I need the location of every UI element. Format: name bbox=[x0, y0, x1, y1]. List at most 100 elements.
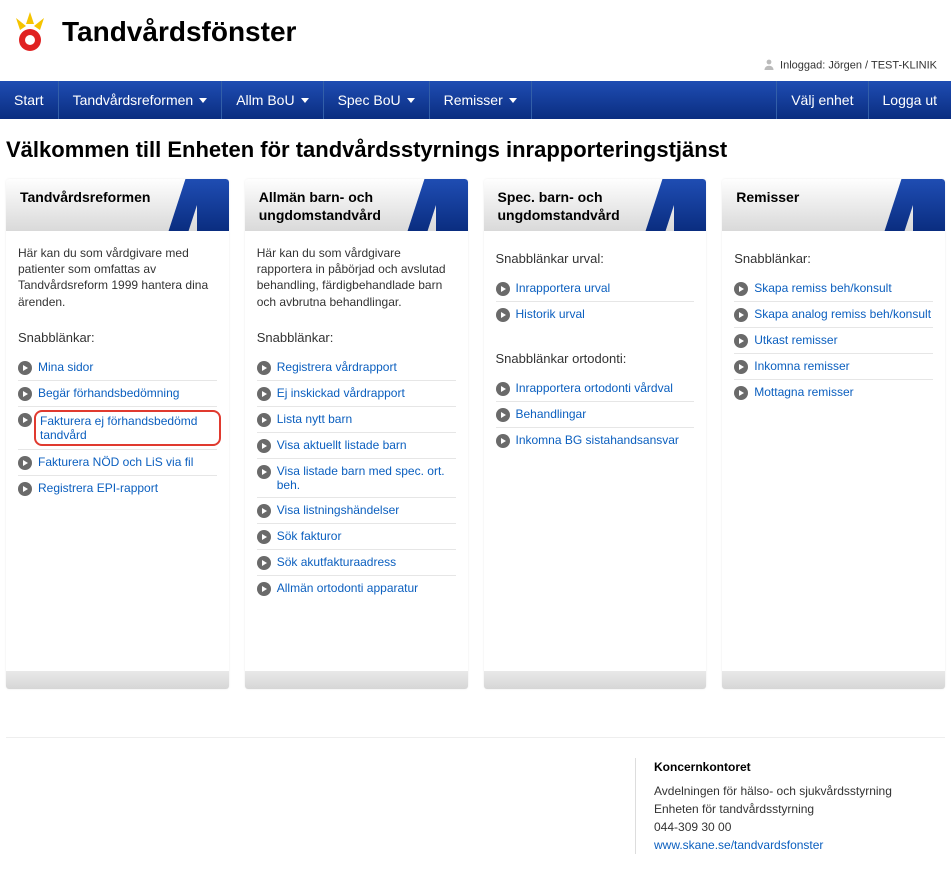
quick-link[interactable]: Skapa analog remiss beh/konsult bbox=[754, 307, 931, 321]
list-item: Lista nytt barn bbox=[257, 407, 456, 433]
nav-item-label: Välj enhet bbox=[791, 92, 853, 108]
quick-link[interactable]: Sök fakturor bbox=[277, 529, 342, 543]
footer-line2: Enheten för tandvårdsstyrning bbox=[654, 800, 935, 818]
link-list: Skapa remiss beh/konsult Skapa analog rem… bbox=[734, 276, 933, 405]
quick-link[interactable]: Fakturera ej förhandsbedömd tandvård bbox=[40, 414, 197, 442]
card-body: Snabblänkar:Skapa remiss beh/konsultSkap… bbox=[722, 231, 945, 671]
nav-right-0[interactable]: Välj enhet bbox=[776, 81, 867, 119]
site-title: Tandvårdsfönster bbox=[62, 16, 296, 48]
list-item: Inkomna BG sistahandsansvar bbox=[496, 428, 695, 453]
highlighted-link: Fakturera ej förhandsbedömd tandvård bbox=[34, 410, 221, 446]
quick-link[interactable]: Inkomna BG sistahandsansvar bbox=[516, 433, 679, 447]
play-icon bbox=[496, 434, 510, 448]
login-unit: TEST-KLINIK bbox=[871, 59, 937, 71]
nav-item-4[interactable]: Remisser bbox=[430, 81, 532, 119]
play-icon bbox=[496, 408, 510, 422]
card-footer bbox=[484, 671, 707, 689]
list-item: Inrapportera urval bbox=[496, 276, 695, 302]
login-sep: / bbox=[865, 59, 868, 71]
section-title: Snabblänkar ortodonti: bbox=[496, 351, 695, 366]
chevron-down-icon bbox=[509, 98, 517, 103]
quick-link[interactable]: Sök akutfakturaadress bbox=[277, 555, 396, 569]
quick-link[interactable]: Lista nytt barn bbox=[277, 412, 352, 426]
nav-item-label: Remisser bbox=[444, 92, 503, 108]
link-list: Inrapportera ortodonti vårdval Behandling… bbox=[496, 376, 695, 453]
card-header: Allmän barn- och ungdomstandvård bbox=[245, 179, 468, 231]
list-item: Visa aktuellt listade barn bbox=[257, 433, 456, 459]
quick-link[interactable]: Visa listade barn med spec. ort. beh. bbox=[277, 464, 456, 492]
section-title: Snabblänkar: bbox=[257, 330, 456, 345]
quick-link[interactable]: Behandlingar bbox=[516, 407, 587, 421]
card-body: Snabblänkar urval: Inrapportera urval Hist… bbox=[484, 231, 707, 671]
play-icon bbox=[257, 530, 271, 544]
nav-right-1[interactable]: Logga ut bbox=[868, 81, 951, 119]
quick-link[interactable]: Fakturera NÖD och LiS via fil bbox=[38, 455, 193, 469]
quick-link[interactable]: Ej inskickad vårdrapport bbox=[277, 386, 405, 400]
section-title: Snabblänkar urval: bbox=[496, 251, 695, 266]
card-body: Här kan du som vårdgivare rapportera in … bbox=[245, 231, 468, 671]
play-icon bbox=[734, 386, 748, 400]
nav-item-3[interactable]: Spec BoU bbox=[324, 81, 430, 119]
play-icon bbox=[18, 387, 32, 401]
play-icon bbox=[18, 482, 32, 496]
card-desc: Här kan du som vårdgivare med patienter … bbox=[18, 245, 217, 310]
card-1: Allmän barn- och ungdomstandvårdHär kan … bbox=[245, 179, 468, 689]
link-list: Mina sidor Begär förhandsbedömning Fakture… bbox=[18, 355, 217, 501]
footer-link[interactable]: www.skane.se/tandvardsfonster bbox=[654, 838, 823, 852]
play-icon bbox=[734, 308, 748, 322]
list-item: Mina sidor bbox=[18, 355, 217, 381]
login-status: Inloggad: Jörgen / TEST-KLINIK bbox=[8, 54, 943, 81]
section-title: Snabblänkar: bbox=[18, 330, 217, 345]
list-item: Ej inskickad vårdrapport bbox=[257, 381, 456, 407]
card-footer bbox=[245, 671, 468, 689]
list-item: Inkomna remisser bbox=[734, 354, 933, 380]
list-item: Sök akutfakturaadress bbox=[257, 550, 456, 576]
card-footer bbox=[722, 671, 945, 689]
play-icon bbox=[257, 504, 271, 518]
quick-link[interactable]: Inrapportera urval bbox=[516, 281, 611, 295]
quick-link[interactable]: Begär förhandsbedömning bbox=[38, 386, 179, 400]
list-item: Fakturera ej förhandsbedömd tandvård bbox=[18, 407, 217, 450]
list-item: Allmän ortodonti apparatur bbox=[257, 576, 456, 601]
card-body: Här kan du som vårdgivare med patienter … bbox=[6, 231, 229, 671]
chevron-down-icon bbox=[199, 98, 207, 103]
nav-item-1[interactable]: Tandvårdsreformen bbox=[59, 81, 223, 119]
footer: Koncernkontoret Avdelningen för hälso- o… bbox=[6, 737, 945, 874]
play-icon bbox=[257, 413, 271, 427]
footer-phone: 044-309 30 00 bbox=[654, 818, 935, 836]
play-icon bbox=[18, 413, 32, 427]
footer-left bbox=[16, 758, 635, 854]
card-0: TandvårdsreformenHär kan du som vårdgiva… bbox=[6, 179, 229, 689]
quick-link[interactable]: Utkast remisser bbox=[754, 333, 837, 347]
cards-row: TandvårdsreformenHär kan du som vårdgiva… bbox=[0, 179, 951, 707]
play-icon bbox=[734, 360, 748, 374]
list-item: Mottagna remisser bbox=[734, 380, 933, 405]
quick-link[interactable]: Mina sidor bbox=[38, 360, 93, 374]
quick-link[interactable]: Mottagna remisser bbox=[754, 385, 853, 399]
nav-item-0[interactable]: Start bbox=[0, 81, 59, 119]
quick-link[interactable]: Registrera EPI-rapport bbox=[38, 481, 158, 495]
quick-link[interactable]: Allmän ortodonti apparatur bbox=[277, 581, 418, 595]
card-header: Remisser bbox=[722, 179, 945, 231]
card-3: Remisser Snabblänkar: Skapa remiss beh/kon… bbox=[722, 179, 945, 689]
logo-row: Tandvårdsfönster bbox=[8, 10, 943, 54]
link-list: Inrapportera urval Historik urval bbox=[496, 276, 695, 327]
play-icon bbox=[496, 282, 510, 296]
quick-link[interactable]: Visa aktuellt listade barn bbox=[277, 438, 407, 452]
quick-link[interactable]: Inkomna remisser bbox=[754, 359, 849, 373]
footer-line1: Avdelningen för hälso- och sjukvårdsstyr… bbox=[654, 782, 935, 800]
user-icon bbox=[763, 58, 775, 73]
play-icon bbox=[496, 382, 510, 396]
list-item: Visa listningshändelser bbox=[257, 498, 456, 524]
list-item: Registrera vårdrapport bbox=[257, 355, 456, 381]
quick-link[interactable]: Visa listningshändelser bbox=[277, 503, 400, 517]
quick-link[interactable]: Skapa remiss beh/konsult bbox=[754, 281, 891, 295]
quick-link[interactable]: Historik urval bbox=[516, 307, 585, 321]
quick-link[interactable]: Inrapportera ortodonti vårdval bbox=[516, 381, 673, 395]
card-header: Spec. barn- och ungdomstandvård bbox=[484, 179, 707, 231]
quick-link[interactable]: Registrera vårdrapport bbox=[277, 360, 397, 374]
card-footer bbox=[6, 671, 229, 689]
section-title: Snabblänkar: bbox=[734, 251, 933, 266]
list-item: Utkast remisser bbox=[734, 328, 933, 354]
nav-item-2[interactable]: Allm BoU bbox=[222, 81, 323, 119]
